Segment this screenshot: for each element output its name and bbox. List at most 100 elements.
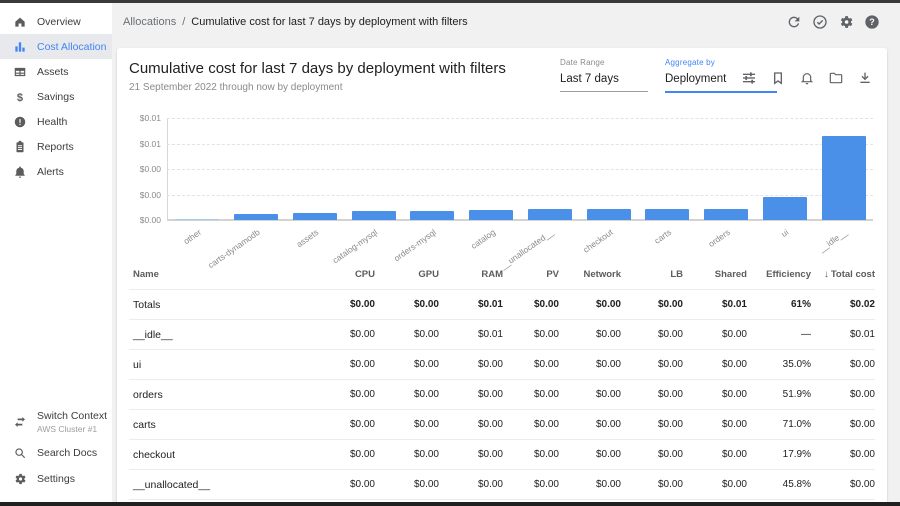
bar-slot — [462, 118, 521, 220]
home-icon — [13, 15, 27, 29]
cell-lb: $0.00 — [621, 380, 683, 410]
date-range-value[interactable]: Last 7 days — [560, 73, 648, 92]
sidebar-item-alerts[interactable]: Alerts — [0, 159, 112, 184]
sidebar-item-reports[interactable]: Reports — [0, 134, 112, 159]
bar-catalog[interactable] — [469, 210, 513, 220]
date-range-select[interactable]: Date Range Last 7 days — [560, 58, 648, 92]
bookmark-icon[interactable] — [770, 70, 786, 86]
aggregate-by-label: Aggregate by — [665, 58, 777, 67]
y-axis-tick-label: $0.01 — [129, 139, 161, 149]
cell-pv: $0.00 — [503, 350, 559, 380]
bar-carts-dynamodb[interactable] — [234, 214, 278, 220]
table-row-carts[interactable]: carts$0.00$0.00$0.00$0.00$0.00$0.00$0.00… — [129, 410, 875, 440]
sidebar-item-savings[interactable]: $ Savings — [0, 84, 112, 109]
folder-icon[interactable] — [828, 70, 844, 86]
bar-other[interactable] — [175, 219, 219, 220]
y-axis-tick-label: $0.00 — [129, 215, 161, 225]
page-title: Cumulative cost for last 7 days by deplo… — [129, 60, 506, 77]
table-row-ui[interactable]: ui$0.00$0.00$0.00$0.00$0.00$0.00$0.0035.… — [129, 350, 875, 380]
sidebar-item-assets[interactable]: Assets — [0, 59, 112, 84]
column-header-ram[interactable]: RAM — [439, 260, 503, 290]
bar-assets[interactable] — [293, 213, 337, 220]
cell-total-cost: $0.02 — [811, 290, 875, 320]
cell-lb: $0.00 — [621, 320, 683, 350]
cell-pv: $0.00 — [503, 290, 559, 320]
column-header-efficiency[interactable]: Efficiency — [747, 260, 811, 290]
report-action-icons — [741, 70, 873, 86]
cell-cpu: $0.00 — [311, 320, 375, 350]
bar-slot — [227, 118, 286, 220]
cell-total-cost: $0.01 — [811, 320, 875, 350]
bar-unallocated[interactable] — [528, 209, 572, 220]
gear-icon[interactable] — [838, 14, 854, 30]
cell-efficiency: 51.9% — [747, 380, 811, 410]
tune-icon[interactable] — [741, 70, 757, 86]
bar-ui[interactable] — [763, 197, 807, 220]
column-header-total-cost[interactable]: ↓Total cost — [811, 260, 875, 290]
sidebar-item-overview[interactable]: Overview — [0, 9, 112, 34]
sidebar-footer-switch-context[interactable]: Switch ContextAWS Cluster #1 — [0, 404, 112, 440]
bar-slot — [579, 118, 638, 220]
breadcrumb-section[interactable]: Allocations — [123, 16, 176, 28]
bar-chart-icon — [13, 40, 27, 54]
bell-icon[interactable] — [799, 70, 815, 86]
sidebar-item-cost-allocation[interactable]: Cost Allocation — [0, 34, 112, 59]
x-axis-tick-label: __idle__ — [817, 227, 849, 254]
sidebar-footer-settings[interactable]: Settings — [0, 466, 112, 492]
page-subtitle: 21 September 2022 through now by deploym… — [129, 82, 342, 93]
column-header-lb[interactable]: LB — [621, 260, 683, 290]
cell-name: carts — [129, 410, 311, 440]
cell-pv: $0.00 — [503, 410, 559, 440]
cell-ram: $0.00 — [439, 410, 503, 440]
help-icon[interactable]: ? — [864, 14, 880, 30]
allocation-table: NameCPUGPURAMPVNetworkLBSharedEfficiency… — [129, 260, 875, 506]
sidebar-nav: OverviewCost AllocationAssets $ Savings Hea… — [0, 3, 112, 184]
cell-lb: $0.00 — [621, 290, 683, 320]
sidebar-item-health[interactable]: Health — [0, 109, 112, 134]
download-icon[interactable] — [857, 70, 873, 86]
cell-total-cost: $0.00 — [811, 470, 875, 500]
sidebar-item-label: Savings — [37, 91, 74, 103]
table-row-unallocated[interactable]: __unallocated__$0.00$0.00$0.00$0.00$0.00… — [129, 470, 875, 500]
column-header-name[interactable]: Name — [129, 260, 311, 290]
table-row-orders[interactable]: orders$0.00$0.00$0.00$0.00$0.00$0.00$0.0… — [129, 380, 875, 410]
table-row-checkout[interactable]: checkout$0.00$0.00$0.00$0.00$0.00$0.00$0… — [129, 440, 875, 470]
x-axis-tick-label: orders — [706, 227, 731, 249]
bar-orders-mysql[interactable] — [410, 211, 454, 220]
cell-total-cost: $0.00 — [811, 440, 875, 470]
cell-gpu: $0.00 — [375, 350, 439, 380]
cell-shared: $0.00 — [683, 380, 747, 410]
cell-pv: $0.00 — [503, 380, 559, 410]
cell-gpu: $0.00 — [375, 410, 439, 440]
cell-ram: $0.00 — [439, 470, 503, 500]
svg-text:$: $ — [17, 92, 23, 104]
cell-name: __unallocated__ — [129, 470, 311, 500]
gear-icon — [13, 472, 27, 486]
bar-checkout[interactable] — [587, 209, 631, 220]
bar-idle[interactable] — [822, 136, 866, 220]
column-header-network[interactable]: Network — [559, 260, 621, 290]
report-card: Cumulative cost for last 7 days by deplo… — [117, 48, 887, 506]
table-row-idle[interactable]: __idle__$0.00$0.00$0.01$0.00$0.00$0.00$0… — [129, 320, 875, 350]
sort-descending-icon: ↓ — [824, 269, 829, 280]
column-header-cpu[interactable]: CPU — [311, 260, 375, 290]
cell-ram: $0.00 — [439, 440, 503, 470]
column-header-gpu[interactable]: GPU — [375, 260, 439, 290]
table-row-totals[interactable]: Totals$0.00$0.00$0.01$0.00$0.00$0.00$0.0… — [129, 290, 875, 320]
check-circle-icon[interactable] — [812, 14, 828, 30]
sidebar-footer-search-docs[interactable]: Search Docs — [0, 440, 112, 466]
cell-efficiency: 45.8% — [747, 470, 811, 500]
bar-orders[interactable] — [704, 209, 748, 220]
bar-catalog-mysql[interactable] — [352, 211, 396, 220]
breadcrumb-current-page: Cumulative cost for last 7 days by deplo… — [191, 16, 467, 28]
bar-carts[interactable] — [645, 209, 689, 220]
bar-slot — [697, 118, 756, 220]
cell-network: $0.00 — [559, 350, 621, 380]
cell-gpu: $0.00 — [375, 290, 439, 320]
sidebar-footer-text: Search Docs — [37, 447, 97, 459]
column-header-pv[interactable]: PV — [503, 260, 559, 290]
bar-slot — [521, 118, 580, 220]
refresh-icon[interactable] — [786, 14, 802, 30]
column-header-shared[interactable]: Shared — [683, 260, 747, 290]
cell-cpu: $0.00 — [311, 440, 375, 470]
